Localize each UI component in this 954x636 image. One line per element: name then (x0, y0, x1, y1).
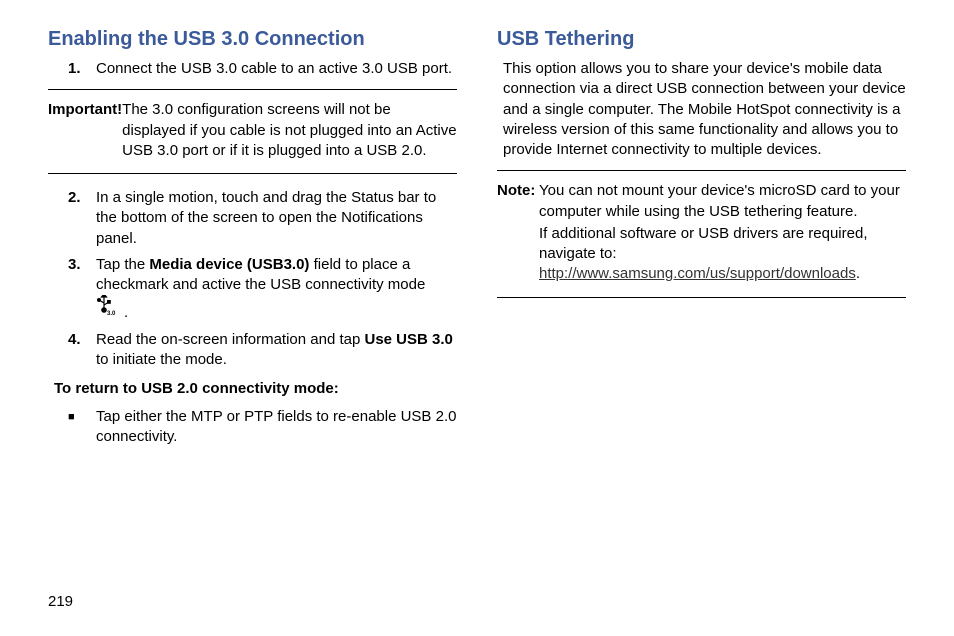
step-1: 1. Connect the USB 3.0 cable to an activ… (68, 59, 457, 79)
page-number: 219 (48, 593, 73, 610)
important-text: The 3.0 configuration screens will not b… (122, 100, 457, 161)
step-number: 2. (68, 188, 96, 249)
icon-period: . (124, 304, 128, 321)
usb3-icon-label: 3.0 (107, 311, 116, 317)
step-number: 3. (68, 255, 96, 324)
left-column: Enabling the USB 3.0 Connection 1. Conne… (48, 28, 457, 454)
note-period: . (856, 265, 860, 282)
step-3: 3. Tap the Media device (USB3.0) field t… (68, 255, 457, 324)
usb3-icon: 3.0 (96, 295, 118, 323)
step-text: Connect the USB 3.0 cable to an active 3… (96, 59, 452, 79)
step-2: 2. In a single motion, touch and drag th… (68, 188, 457, 249)
step-4: 4. Read the on-screen information and ta… (68, 330, 457, 371)
step-text: In a single motion, touch and drag the S… (96, 188, 457, 249)
note-text-1: You can not mount your device's microSD … (539, 181, 906, 222)
note-text-2: If additional software or USB drivers ar… (539, 225, 867, 262)
step-text: Read the on-screen information and tap U… (96, 330, 457, 371)
heading-usb-tethering: USB Tethering (497, 28, 906, 51)
step3-bold: Media device (USB3.0) (149, 256, 309, 273)
step4-post: to initiate the mode. (96, 351, 227, 368)
step3-pre: Tap the (96, 256, 149, 273)
heading-enabling-usb3: Enabling the USB 3.0 Connection (48, 28, 457, 51)
step-number: 1. (68, 59, 96, 79)
step4-pre: Read the on-screen information and tap (96, 331, 365, 348)
bullet-usb2: ■ Tap either the MTP or PTP fields to re… (68, 407, 457, 448)
note-label: Note: (497, 181, 539, 222)
important-callout: Important! The 3.0 configuration screens… (48, 89, 457, 174)
bullet-text: Tap either the MTP or PTP fields to re-e… (96, 407, 457, 448)
step-text: Tap the Media device (USB3.0) field to p… (96, 255, 457, 324)
note-callout: Note: You can not mount your device's mi… (497, 170, 906, 297)
right-column: USB Tethering This option allows you to … (497, 28, 906, 454)
bullet-square-icon: ■ (68, 407, 96, 448)
support-link[interactable]: http://www.samsung.com/us/support/downlo… (539, 265, 856, 282)
important-label: Important! (48, 100, 122, 161)
sub-heading-return-usb2: To return to USB 2.0 connectivity mode: (54, 380, 457, 397)
step-number: 4. (68, 330, 96, 371)
tethering-intro: This option allows you to share your dev… (503, 59, 906, 160)
step4-bold: Use USB 3.0 (365, 331, 453, 348)
